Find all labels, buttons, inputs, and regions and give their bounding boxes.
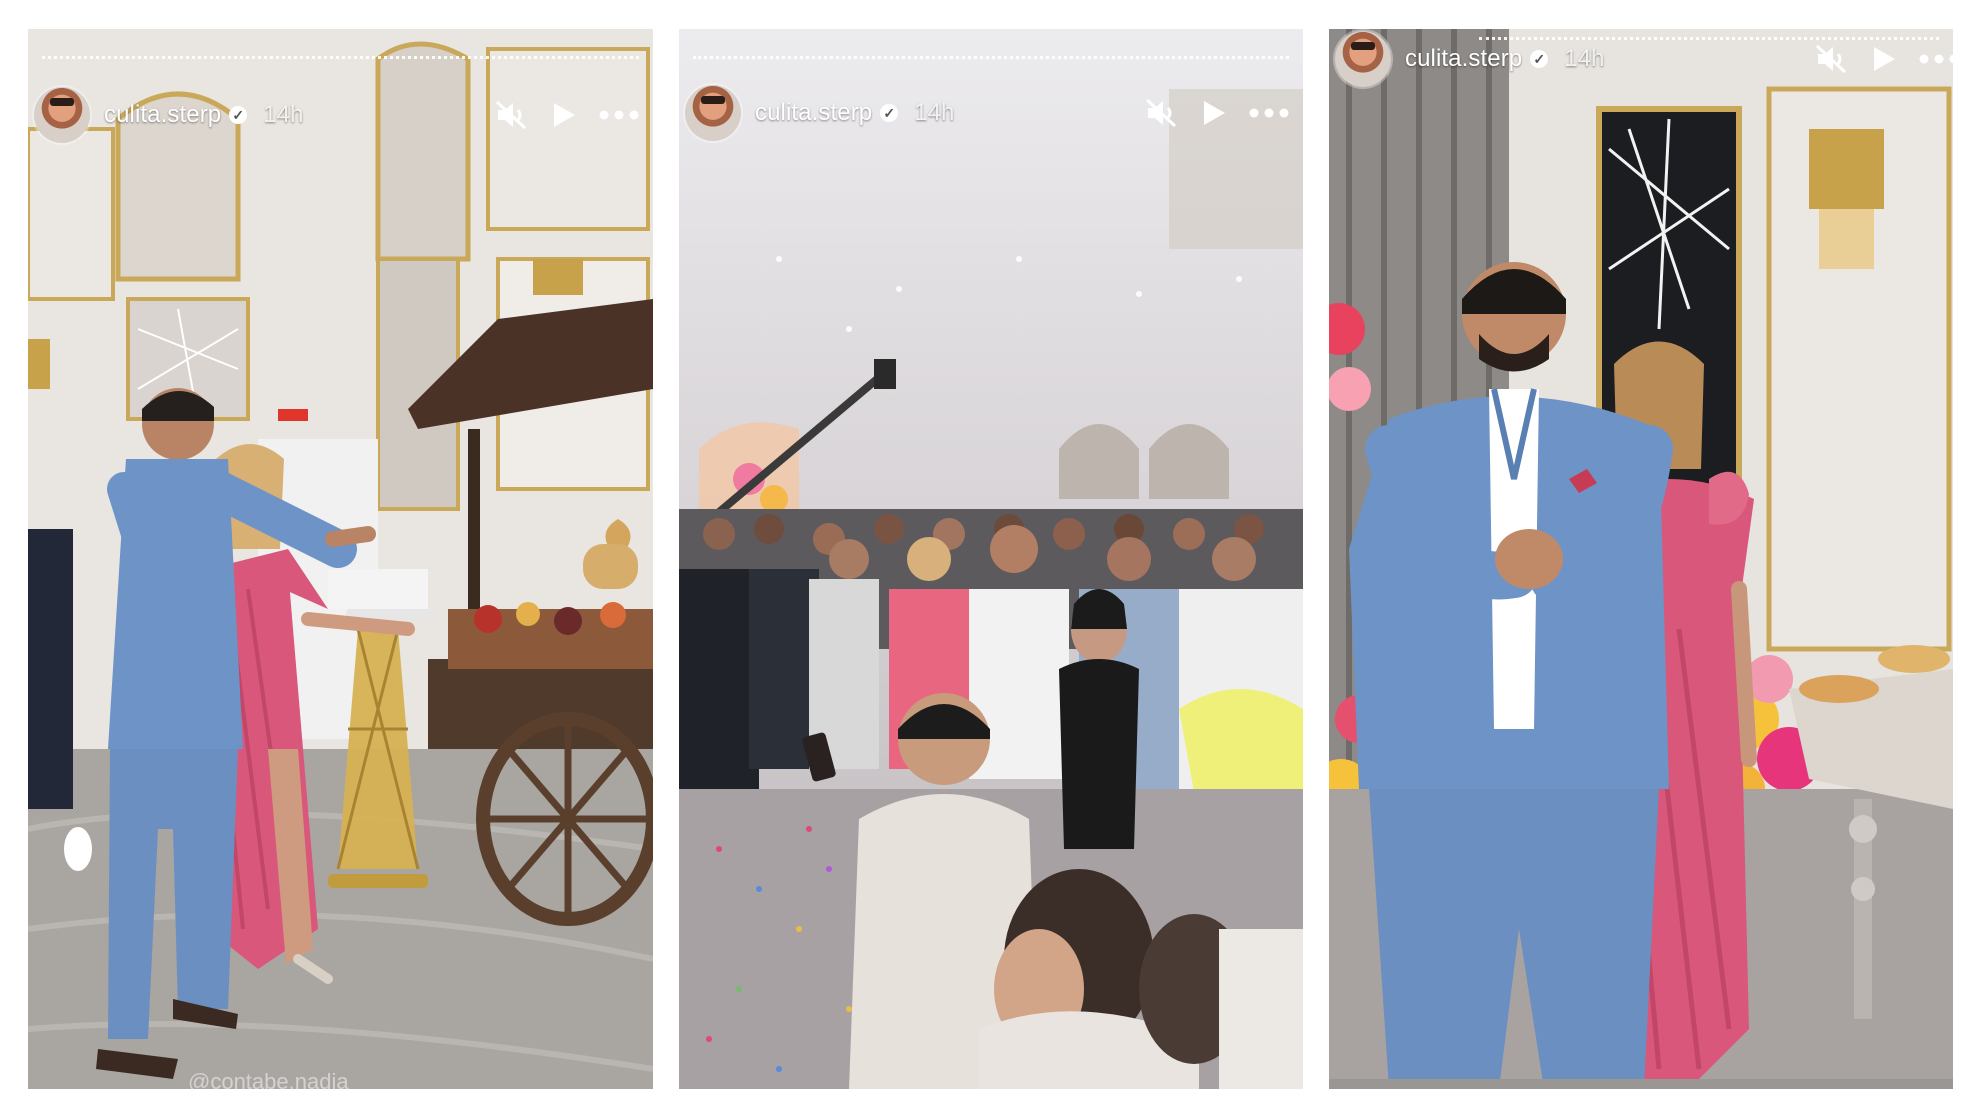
- user-avatar[interactable]: [685, 85, 741, 141]
- more-options-icon[interactable]: [1919, 54, 1953, 64]
- speaker-muted-icon[interactable]: [1815, 44, 1849, 74]
- story-1-photo: [28, 29, 653, 1089]
- story-card-1[interactable]: culita.sterp ✓ 14h @contabe.nadia: [28, 29, 653, 1089]
- username[interactable]: culita.sterp: [104, 101, 221, 129]
- username[interactable]: culita.sterp: [1405, 45, 1522, 73]
- story-card-3[interactable]: culita.sterp ✓ 14h: [1329, 29, 1953, 1089]
- play-icon[interactable]: [551, 101, 577, 129]
- verified-badge-icon: ✓: [880, 104, 899, 122]
- story-header: culita.sterp ✓ 14h: [679, 83, 1303, 143]
- speaker-muted-icon[interactable]: [495, 100, 529, 130]
- story-progress-bar: [693, 56, 1289, 59]
- watermark-text: @contabe.nadia: [188, 1069, 349, 1089]
- verified-badge-icon: ✓: [1530, 50, 1549, 68]
- verified-badge-icon: ✓: [229, 106, 248, 124]
- story-time: 14h: [263, 101, 304, 128]
- story-header: culita.sterp ✓ 14h: [28, 85, 653, 145]
- more-options-icon[interactable]: [599, 110, 639, 120]
- user-avatar[interactable]: [34, 87, 90, 143]
- play-icon[interactable]: [1871, 45, 1897, 73]
- play-icon[interactable]: [1201, 99, 1227, 127]
- story-progress-bar: [42, 56, 639, 59]
- story-card-2[interactable]: culita.sterp ✓ 14h: [679, 29, 1303, 1089]
- story-time: 14h: [1564, 45, 1605, 72]
- story-3-photo: [1329, 29, 1953, 1089]
- user-avatar[interactable]: [1335, 31, 1391, 87]
- story-time: 14h: [914, 99, 955, 126]
- story-2-photo: [679, 29, 1303, 1089]
- more-options-icon[interactable]: [1249, 108, 1289, 118]
- speaker-muted-icon[interactable]: [1145, 98, 1179, 128]
- username[interactable]: culita.sterp: [755, 99, 872, 127]
- story-header: culita.sterp ✓ 14h: [1329, 29, 1953, 89]
